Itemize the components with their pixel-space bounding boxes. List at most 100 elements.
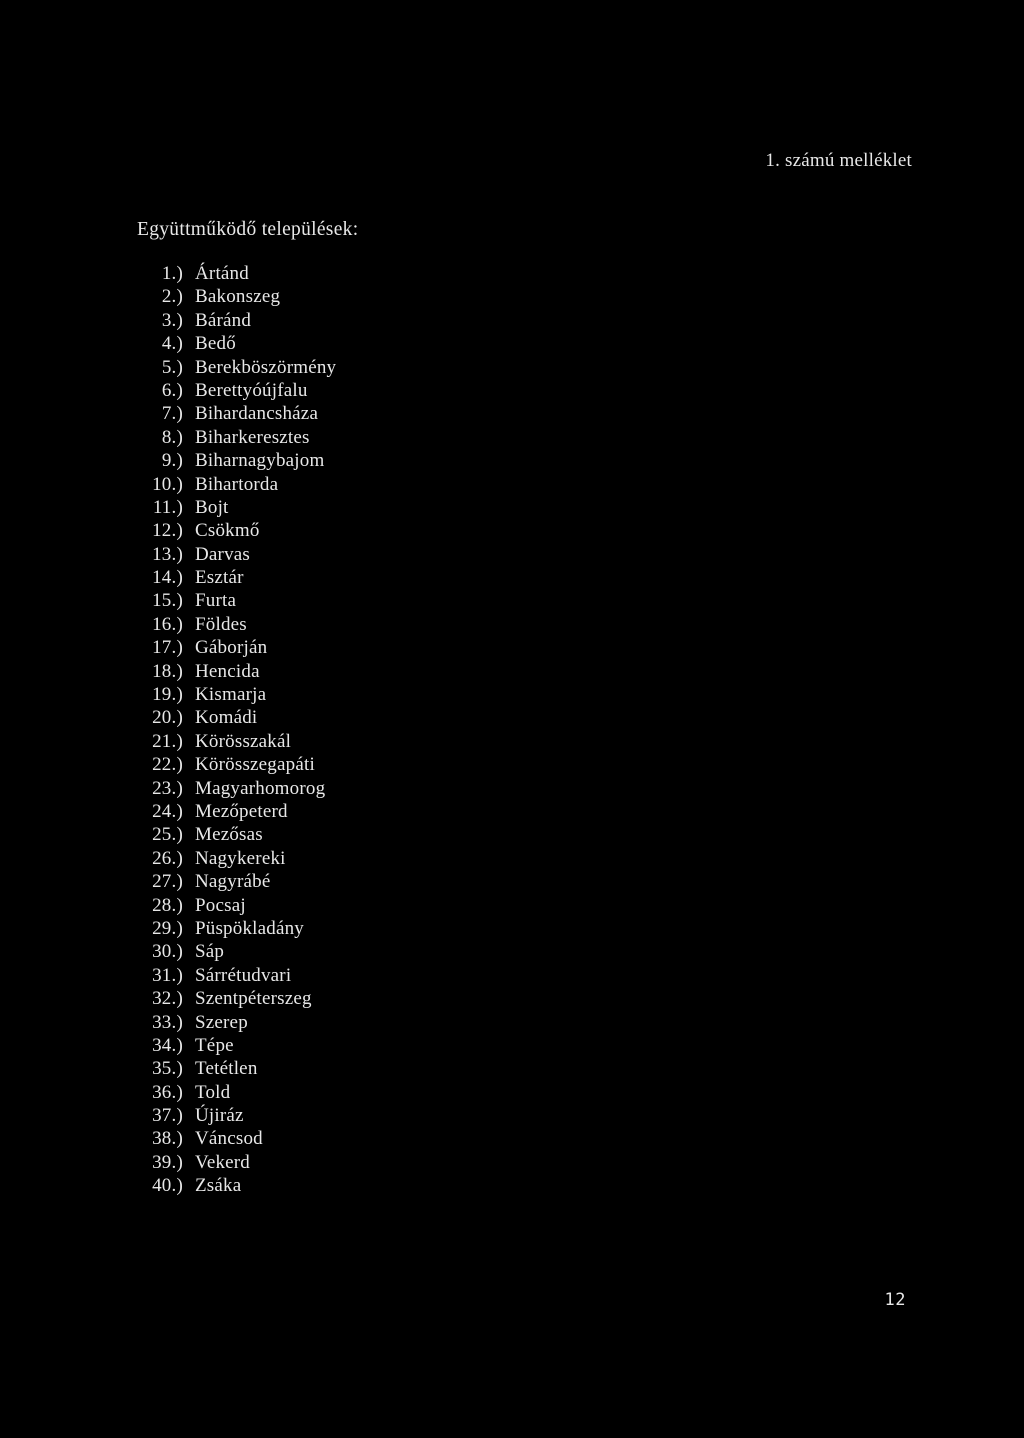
list-item: 20.) Komádi xyxy=(137,706,557,729)
list-item: 7.) Bihardancsháza xyxy=(137,402,557,425)
list-item-number: 5.) xyxy=(161,356,183,378)
list-item: 19.) Kismarja xyxy=(137,683,557,706)
list-item: 28.) Pocsaj xyxy=(137,894,557,917)
list-item: 38.) Váncsod xyxy=(137,1127,557,1150)
list-item-number: 37.) xyxy=(152,1105,183,1127)
list-item-number: 36.) xyxy=(152,1081,183,1103)
list-item-number: 34.) xyxy=(152,1034,183,1056)
list-item: 26.) Nagykereki xyxy=(137,847,557,870)
list-item: 34.) Tépe xyxy=(137,1034,557,1057)
list-item: 29.) Püspökladány xyxy=(137,917,557,940)
list-item-name: Bojt xyxy=(195,496,229,518)
list-item-name: Földes xyxy=(195,613,247,635)
list-item-number: 6.) xyxy=(161,379,183,401)
list-item-number: 3.) xyxy=(161,309,183,331)
list-item-number: 7.) xyxy=(161,403,183,425)
list-item-name: Bihartorda xyxy=(195,473,279,495)
list-item-number: 23.) xyxy=(152,777,183,799)
list-item-name: Darvas xyxy=(195,543,251,565)
list-item: 5.) Berekböszörmény xyxy=(137,356,557,379)
list-item-name: Esztár xyxy=(195,567,244,589)
list-item-name: Szentpéterszeg xyxy=(195,988,312,1010)
list-item-number: 31.) xyxy=(152,964,183,986)
list-item-name: Váncsod xyxy=(195,1128,263,1150)
list-item-name: Hencida xyxy=(195,660,260,682)
list-item: 9.) Biharnagybajom xyxy=(137,449,557,472)
list-item-name: Püspökladány xyxy=(195,917,305,939)
settlement-list: 1.) Ártánd 2.) Bakonszeg 3.) Báránd 4.) Bedő 5.)… xyxy=(137,262,557,1198)
list-item: 10.) Bihartorda xyxy=(137,473,557,496)
list-item-name: Körösszakál xyxy=(195,730,292,752)
list-item: 39.) Vekerd xyxy=(137,1151,557,1174)
list-item-number: 8.) xyxy=(161,426,183,448)
list-item-name: Csökmő xyxy=(195,520,260,542)
list-item: 14.) Esztár xyxy=(137,566,557,589)
page-title: Együttműködő települések: xyxy=(137,219,359,240)
list-item-number: 19.) xyxy=(152,684,183,706)
list-item-name: Mezősas xyxy=(195,824,263,846)
list-item: 13.) Darvas xyxy=(137,543,557,566)
list-item-number: 2.) xyxy=(161,286,183,308)
list-item-number: 12.) xyxy=(152,520,183,542)
list-item-name: Tépe xyxy=(195,1034,234,1056)
list-item-number: 11.) xyxy=(152,496,183,518)
list-item-number: 25.) xyxy=(152,824,183,846)
list-item-name: Sárrétudvari xyxy=(195,964,292,986)
list-item: 16.) Földes xyxy=(137,613,557,636)
list-item-number: 24.) xyxy=(152,800,183,822)
list-item-name: Sáp xyxy=(195,941,225,963)
list-item-name: Biharnagybajom xyxy=(195,450,325,472)
list-item-number: 33.) xyxy=(152,1011,183,1033)
list-item: 3.) Báránd xyxy=(137,309,557,332)
list-item-name: Nagykereki xyxy=(195,847,286,869)
list-item-name: Tetétlen xyxy=(195,1058,258,1080)
list-item-name: Zsáka xyxy=(195,1175,242,1197)
list-item: 11.) Bojt xyxy=(137,496,557,519)
list-item-number: 4.) xyxy=(161,333,183,355)
list-item-number: 21.) xyxy=(152,730,183,752)
list-item-number: 15.) xyxy=(152,590,183,612)
list-item-number: 40.) xyxy=(152,1175,183,1197)
list-item: 24.) Mezőpeterd xyxy=(137,800,557,823)
list-item: 23.) Magyarhomorog xyxy=(137,777,557,800)
list-item-number: 16.) xyxy=(152,613,183,635)
list-item-number: 29.) xyxy=(152,917,183,939)
list-item: 32.) Szentpéterszeg xyxy=(137,987,557,1010)
list-item-name: Nagyrábé xyxy=(195,871,271,893)
list-item-name: Magyarhomorog xyxy=(195,777,326,799)
list-item-name: Bedő xyxy=(195,333,236,355)
list-item: 6.) Berettyóújfalu xyxy=(137,379,557,402)
list-item-number: 9.) xyxy=(161,450,183,472)
list-item-number: 32.) xyxy=(152,988,183,1010)
list-item-number: 35.) xyxy=(152,1058,183,1080)
list-item: 15.) Furta xyxy=(137,589,557,612)
list-item: 33.) Szerep xyxy=(137,1011,557,1034)
page-number: 12 xyxy=(884,1290,906,1310)
list-item-number: 27.) xyxy=(152,871,183,893)
list-item-name: Mezőpeterd xyxy=(195,800,288,822)
list-item-number: 22.) xyxy=(152,754,183,776)
list-item-name: Bihardancsháza xyxy=(195,403,319,425)
list-item-number: 13.) xyxy=(152,543,183,565)
list-item: 35.) Tetétlen xyxy=(137,1057,557,1080)
list-item-name: Berekböszörmény xyxy=(195,356,337,378)
list-item-number: 26.) xyxy=(152,847,183,869)
list-item: 31.) Sárrétudvari xyxy=(137,964,557,987)
list-item-number: 17.) xyxy=(152,637,183,659)
list-item: 1.) Ártánd xyxy=(137,262,557,285)
list-item-name: Vekerd xyxy=(195,1151,251,1173)
list-item-number: 14.) xyxy=(152,567,183,589)
list-item: 37.) Újiráz xyxy=(137,1104,557,1127)
list-item: 21.) Körösszakál xyxy=(137,730,557,753)
list-item-number: 30.) xyxy=(152,941,183,963)
list-item-name: Komádi xyxy=(195,707,258,729)
list-item: 18.) Hencida xyxy=(137,660,557,683)
list-item-name: Furta xyxy=(195,590,237,612)
list-item: 2.) Bakonszeg xyxy=(137,285,557,308)
list-item-name: Kismarja xyxy=(195,684,267,706)
list-item-name: Biharkeresztes xyxy=(195,426,310,448)
list-item-number: 28.) xyxy=(152,894,183,916)
list-item: 36.) Told xyxy=(137,1081,557,1104)
list-item: 12.) Csökmő xyxy=(137,519,557,542)
list-item-number: 39.) xyxy=(152,1151,183,1173)
